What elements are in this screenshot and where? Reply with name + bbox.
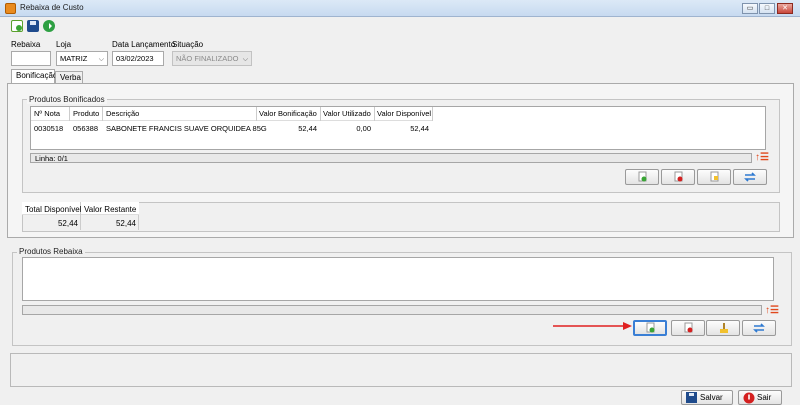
cell-descricao: SABONETE FRANCIS SUAVE ORQUIDEA 85G (106, 124, 267, 133)
chevron-down-icon: ⌵ (242, 56, 248, 63)
app-icon (5, 3, 16, 14)
close-button[interactable]: ✕ (777, 3, 793, 14)
row-counter: Linha: 0/1 (35, 154, 68, 163)
col-header-descricao[interactable]: Descrição (106, 109, 139, 118)
remove-icon (684, 322, 693, 333)
sort-icon[interactable]: ↑☰ (765, 305, 779, 316)
title-bar: Rebaixa de Custo ▭ □ ✕ (0, 0, 800, 17)
add-rebaixa-button[interactable] (633, 320, 667, 336)
data-lancamento-label: Data Lançamento (112, 40, 176, 49)
refresh-rebaixa-button[interactable] (742, 320, 776, 336)
save-icon[interactable] (27, 20, 39, 32)
broom-icon (720, 323, 728, 333)
clean-rebaixa-button[interactable] (706, 320, 740, 336)
situacao-label: Situação (172, 40, 204, 49)
loja-label: Loja (56, 40, 72, 49)
rebaixa-status-bar (22, 305, 762, 315)
produtos-bonificados-title: Produtos Bonificados (27, 95, 107, 104)
exit-icon (743, 392, 755, 404)
cell-produto: 056388 (73, 124, 99, 133)
cell-valor-bonificacao: 52,44 (298, 124, 317, 133)
rebaixa-label: Rebaixa (11, 40, 41, 49)
maximize-button[interactable]: □ (759, 3, 775, 14)
new-document-icon[interactable] (11, 20, 23, 32)
loja-select[interactable]: MATRIZ ⌵ (56, 51, 108, 66)
salvar-label: Salvar (700, 393, 723, 402)
produtos-rebaixa-grid[interactable] (22, 257, 774, 301)
rebaixa-field[interactable] (11, 51, 51, 66)
situacao-select-value: NÃO FINALIZADO (176, 54, 239, 63)
refresh-icon (753, 323, 765, 333)
totais-table: Total Disponível Valor Restante 52,44 52… (22, 202, 139, 230)
add-row-button[interactable] (625, 169, 659, 185)
col-header-valor-utilizado[interactable]: Valor Utilizado (323, 109, 371, 118)
col-header-produto[interactable]: Produto (73, 109, 99, 118)
window-title: Rebaixa de Custo (20, 3, 84, 12)
loja-select-value: MATRIZ (60, 54, 88, 63)
confirm-icon[interactable] (43, 20, 55, 32)
tab-bonificacao[interactable]: Bonificação (11, 69, 57, 84)
valor-restante-value: 52,44 (115, 219, 136, 228)
minimize-button[interactable]: ▭ (742, 3, 758, 14)
data-lancamento-field[interactable]: 03/02/2023 (112, 51, 164, 66)
red-arrow-annotation (553, 322, 632, 330)
add-icon (638, 171, 647, 182)
refresh-icon (744, 172, 756, 182)
col-header-nota[interactable]: Nº Nota (34, 109, 60, 118)
total-disponivel-header: Total Disponível (25, 205, 82, 214)
edit-icon (710, 171, 719, 182)
col-header-valor-disponivel[interactable]: Valor Disponível (377, 109, 431, 118)
produtos-bonificados-grid[interactable]: Nº Nota Produto Descrição Valor Bonifica… (30, 106, 766, 150)
total-disponivel-value: 52,44 (57, 219, 78, 228)
chevron-down-icon: ⌵ (98, 56, 104, 63)
col-header-valor-bonificacao[interactable]: Valor Bonificação (259, 109, 317, 118)
cell-valor-disponivel: 52,44 (410, 124, 429, 133)
sort-icon[interactable]: ↑☰ (755, 152, 769, 163)
refresh-button[interactable] (733, 169, 767, 185)
cell-nota: 0030518 (34, 124, 64, 133)
remove-row-button[interactable] (661, 169, 695, 185)
situacao-select: NÃO FINALIZADO ⌵ (172, 51, 252, 66)
edit-row-button[interactable] (697, 169, 731, 185)
remove-icon (674, 171, 683, 182)
bottom-info-panel (10, 353, 792, 387)
cell-valor-utilizado: 0,00 (356, 124, 371, 133)
produtos-rebaixa-title: Produtos Rebaixa (17, 247, 85, 256)
sair-button[interactable]: Sair (738, 390, 782, 405)
remove-rebaixa-button[interactable] (671, 320, 705, 336)
add-icon (646, 322, 655, 333)
sair-label: Sair (757, 393, 772, 402)
valor-restante-header: Valor Restante (84, 205, 137, 214)
table-row[interactable]: 0030518 056388 SABONETE FRANCIS SUAVE OR… (31, 122, 767, 135)
salvar-button[interactable]: Salvar (681, 390, 733, 405)
save-icon (686, 392, 697, 403)
grid-status-bar: Linha: 0/1 (30, 153, 752, 163)
